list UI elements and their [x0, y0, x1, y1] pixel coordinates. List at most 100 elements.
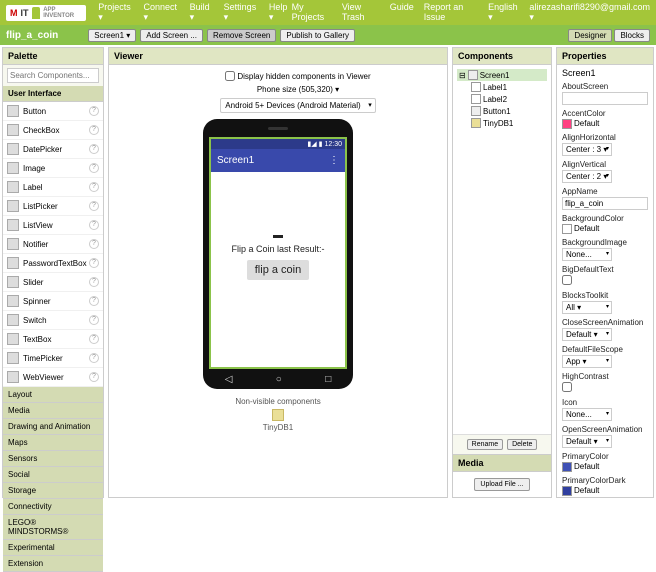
- prop-check-bigdefaulttext[interactable]: [562, 275, 572, 285]
- listpicker-icon: [7, 200, 19, 212]
- button1-preview[interactable]: flip a coin: [247, 260, 309, 280]
- tree-label1[interactable]: Label1: [469, 81, 547, 93]
- link-view-trash[interactable]: View Trash: [342, 2, 380, 23]
- link-report-issue[interactable]: Report an Issue: [424, 2, 478, 23]
- help-icon[interactable]: ?: [89, 163, 99, 173]
- cat-sensors[interactable]: Sensors: [3, 451, 103, 467]
- cat-extension[interactable]: Extension: [3, 556, 103, 572]
- help-icon[interactable]: ?: [89, 315, 99, 325]
- help-icon[interactable]: ?: [89, 277, 99, 287]
- palette-datepicker[interactable]: DatePicker?: [3, 140, 103, 159]
- cat-connectivity[interactable]: Connectivity: [3, 499, 103, 515]
- prop-input-aboutscreen[interactable]: [562, 92, 648, 105]
- label1-preview[interactable]: [273, 235, 283, 238]
- menu-help[interactable]: Help ▾: [269, 2, 292, 23]
- prop-select-icon[interactable]: None...: [562, 408, 612, 421]
- cat-media[interactable]: Media: [3, 403, 103, 419]
- link-guide[interactable]: Guide: [390, 2, 414, 23]
- help-icon[interactable]: ?: [89, 106, 99, 116]
- rename-button[interactable]: Rename: [467, 439, 503, 450]
- tree-screen1[interactable]: ⊟Screen1: [457, 69, 547, 81]
- prop-value[interactable]: Default: [574, 462, 599, 471]
- palette-label[interactable]: Label?: [3, 178, 103, 197]
- prop-select-alignhorizontal[interactable]: Center : 3 ▾: [562, 143, 612, 156]
- prop-select-backgroundimage[interactable]: None...: [562, 248, 612, 261]
- prop-value[interactable]: Default: [574, 224, 599, 233]
- palette-switch[interactable]: Switch?: [3, 311, 103, 330]
- palette-checkbox[interactable]: CheckBox?: [3, 121, 103, 140]
- cat-drawing[interactable]: Drawing and Animation: [3, 419, 103, 435]
- prop-value[interactable]: Default: [574, 486, 599, 495]
- palette-notifier[interactable]: Notifier?: [3, 235, 103, 254]
- help-icon[interactable]: ?: [89, 220, 99, 230]
- prop-input-appname[interactable]: [562, 197, 648, 210]
- upload-file-button[interactable]: Upload File ...: [474, 478, 529, 491]
- timepicker-icon: [7, 352, 19, 364]
- nonvis-tinydb[interactable]: TinyDB1: [115, 423, 441, 432]
- palette-password[interactable]: PasswordTextBox?: [3, 254, 103, 273]
- palette-image[interactable]: Image?: [3, 159, 103, 178]
- tree-label2[interactable]: Label2: [469, 93, 547, 105]
- help-icon[interactable]: ?: [89, 201, 99, 211]
- prop-select-closescreenanimation[interactable]: Default ▾: [562, 328, 612, 341]
- tree-tinydb1[interactable]: TinyDB1: [469, 117, 547, 129]
- blocks-tab[interactable]: Blocks: [614, 29, 650, 42]
- palette-textbox[interactable]: TextBox?: [3, 330, 103, 349]
- cat-experimental[interactable]: Experimental: [3, 540, 103, 556]
- cat-lego[interactable]: LEGO® MINDSTORMS®: [3, 515, 103, 540]
- nonvis-header: Non-visible components: [115, 397, 441, 406]
- delete-button[interactable]: Delete: [507, 439, 537, 450]
- phone-size-label[interactable]: Phone size (505,320) ▾: [257, 85, 339, 94]
- publish-gallery-button[interactable]: Publish to Gallery: [280, 29, 355, 42]
- remove-screen-button[interactable]: Remove Screen: [207, 29, 276, 42]
- menu-settings[interactable]: Settings ▾: [224, 2, 259, 23]
- palette-listview[interactable]: ListView?: [3, 216, 103, 235]
- link-my-projects[interactable]: My Projects: [292, 2, 332, 23]
- palette-search[interactable]: [7, 68, 99, 83]
- cat-user-interface[interactable]: User Interface: [3, 86, 103, 102]
- help-icon[interactable]: ?: [89, 125, 99, 135]
- prop-value[interactable]: Default: [574, 119, 599, 128]
- menu-build[interactable]: Build ▾: [190, 2, 214, 23]
- prop-label: AppName: [562, 187, 648, 196]
- help-icon[interactable]: ?: [89, 239, 99, 249]
- cat-maps[interactable]: Maps: [3, 435, 103, 451]
- prop-select-defaultfilescope[interactable]: App ▾: [562, 355, 612, 368]
- designer-tab[interactable]: Designer: [568, 29, 612, 42]
- menu-account[interactable]: alirezasharifi8290@gmail.com ▾: [529, 2, 650, 23]
- palette-spinner[interactable]: Spinner?: [3, 292, 103, 311]
- add-screen-button[interactable]: Add Screen ...: [140, 29, 203, 42]
- menu-language[interactable]: English ▾: [488, 2, 519, 23]
- palette-webviewer[interactable]: WebViewer?: [3, 368, 103, 387]
- expand-icon[interactable]: ⊟: [459, 71, 466, 80]
- cat-storage[interactable]: Storage: [3, 483, 103, 499]
- screen-selector[interactable]: Screen1 ▾: [88, 29, 136, 42]
- display-hidden-toggle[interactable]: Display hidden components in Viewer: [225, 71, 370, 81]
- tree-button1[interactable]: Button1: [469, 105, 547, 117]
- menu-connect[interactable]: Connect ▾: [143, 2, 179, 23]
- overflow-menu-icon[interactable]: ⋮: [329, 155, 339, 166]
- prop-select-openscreenanimation[interactable]: Default ▾: [562, 435, 612, 448]
- help-icon[interactable]: ?: [89, 144, 99, 154]
- help-icon[interactable]: ?: [89, 258, 99, 268]
- palette-slider[interactable]: Slider?: [3, 273, 103, 292]
- cat-layout[interactable]: Layout: [3, 387, 103, 403]
- palette-button[interactable]: Button?: [3, 102, 103, 121]
- palette-timepicker[interactable]: TimePicker?: [3, 349, 103, 368]
- help-icon[interactable]: ?: [89, 296, 99, 306]
- prop-check-highcontrast[interactable]: [562, 382, 572, 392]
- help-icon[interactable]: ?: [89, 182, 99, 192]
- help-icon[interactable]: ?: [89, 372, 99, 382]
- palette-item-label: ListPicker: [23, 202, 58, 211]
- device-type-select[interactable]: Android 5+ Devices (Android Material): [220, 98, 375, 113]
- label2-preview[interactable]: Flip a Coin last Result:-: [231, 244, 324, 254]
- help-icon[interactable]: ?: [89, 353, 99, 363]
- prop-select-alignvertical[interactable]: Center : 2 ▾: [562, 170, 612, 183]
- phone-screen[interactable]: ▮◢ ▮ 12:30 Screen1 ⋮ Flip a Coin last Re…: [209, 137, 347, 369]
- menu-projects[interactable]: Projects ▾: [98, 2, 133, 23]
- prop-select-blockstoolkit[interactable]: All ▾: [562, 301, 612, 314]
- display-hidden-checkbox[interactable]: [225, 71, 235, 81]
- help-icon[interactable]: ?: [89, 334, 99, 344]
- cat-social[interactable]: Social: [3, 467, 103, 483]
- palette-listpicker[interactable]: ListPicker?: [3, 197, 103, 216]
